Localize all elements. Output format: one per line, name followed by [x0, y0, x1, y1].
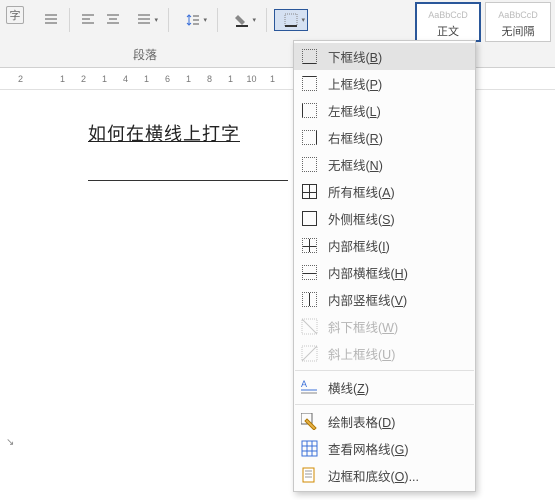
menu-item-left[interactable]: 左框线(L)	[294, 97, 475, 124]
menu-item-label: 绘制表格(D)	[328, 412, 467, 431]
menu-item-bottom[interactable]: 下框线(B)	[294, 43, 475, 70]
menu-item-label: 横线(Z)	[328, 378, 467, 397]
ruler-tick: 1	[220, 74, 241, 84]
menu-item-label: 斜上框线(U)	[328, 344, 467, 363]
ruler-tick: 10	[241, 74, 262, 84]
diag-up-icon	[300, 345, 318, 363]
menu-item-label: 下框线(B)	[328, 47, 467, 66]
paragraph-group-label: 段落	[0, 46, 290, 63]
menu-item-all[interactable]: 所有框线(A)	[294, 178, 475, 205]
diag-down-icon	[300, 318, 318, 336]
style-name: 正文	[416, 21, 480, 41]
menu-item-label: 查看网格线(G)	[328, 439, 467, 458]
ruler-tick: 6	[157, 74, 178, 84]
horizontal-line	[88, 180, 288, 181]
style-tile-nospacing[interactable]: AaBbCcD 无间隔	[485, 2, 551, 42]
menu-separator	[295, 370, 474, 371]
none-icon	[300, 156, 318, 174]
dialog-icon	[300, 467, 318, 485]
style-tile-body[interactable]: AaBbCcD 正文	[415, 2, 481, 42]
dialog-launcher-icon[interactable]: ↘	[6, 437, 14, 448]
menu-item-draw[interactable]: 绘制表格(D)	[294, 408, 475, 435]
menu-separator	[295, 404, 474, 405]
ruler-tick: 1	[94, 74, 115, 84]
menu-item-label: 所有框线(A)	[328, 182, 467, 201]
menu-item-label: 上框线(P)	[328, 74, 467, 93]
gridlines-icon	[300, 440, 318, 458]
right-icon	[300, 129, 318, 147]
menu-item-inner-v[interactable]: 内部竖框线(V)	[294, 286, 475, 313]
align-left-button[interactable]	[77, 9, 99, 31]
styles-gallery: AaBbCcD 正文 AaBbCcD 无间隔	[411, 0, 555, 44]
style-preview: AaBbCcD	[486, 3, 550, 21]
inside-icon	[300, 237, 318, 255]
ruler-tick: 8	[199, 74, 220, 84]
borders-dropdown: 下框线(B) 上框线(P) 左框线(L) 右框线(R) 无框线(N) 所有框线(A) 外侧框…	[293, 40, 476, 492]
line-spacing-button[interactable]	[176, 9, 210, 31]
shading-button[interactable]	[225, 9, 259, 31]
menu-item-label: 外侧框线(S)	[328, 209, 467, 228]
style-name: 无间隔	[486, 21, 550, 41]
menu-item-diag-down: 斜下框线(W)	[294, 313, 475, 340]
menu-item-label: 右框线(R)	[328, 128, 467, 147]
separator	[266, 8, 267, 32]
top-icon	[300, 75, 318, 93]
outside-icon	[300, 210, 318, 228]
menu-item-hline[interactable]: A 横线(Z)	[294, 374, 475, 401]
separator	[69, 8, 70, 32]
ruler-tick: 1	[262, 74, 283, 84]
menu-item-label: 边框和底纹(O)...	[328, 466, 467, 485]
ruler-tick: 4	[115, 74, 136, 84]
bottom-icon	[300, 48, 318, 66]
menu-item-right[interactable]: 右框线(R)	[294, 124, 475, 151]
left-icon	[300, 102, 318, 120]
ruler-tick: 2	[10, 74, 31, 84]
menu-item-label: 左框线(L)	[328, 101, 467, 120]
menu-item-label: 无框线(N)	[328, 155, 467, 174]
style-preview: AaBbCcD	[416, 3, 480, 21]
menu-item-gridlines[interactable]: 查看网格线(G)	[294, 435, 475, 462]
menu-item-outside[interactable]: 外侧框线(S)	[294, 205, 475, 232]
format-painter-icon[interactable]: 字	[6, 6, 24, 24]
align-center-button[interactable]	[102, 9, 124, 31]
menu-item-dialog[interactable]: 边框和底纹(O)...	[294, 462, 475, 489]
menu-item-label: 斜下框线(W)	[328, 317, 467, 336]
inner-v-icon	[300, 291, 318, 309]
menu-item-top[interactable]: 上框线(P)	[294, 70, 475, 97]
menu-item-inside[interactable]: 内部框线(I)	[294, 232, 475, 259]
menu-item-none[interactable]: 无框线(N)	[294, 151, 475, 178]
ruler-tick: 1	[136, 74, 157, 84]
svg-text:A: A	[301, 379, 307, 389]
align-distribute-button[interactable]	[40, 9, 62, 31]
menu-item-label: 内部竖框线(V)	[328, 290, 467, 309]
align-justify-button[interactable]	[127, 9, 161, 31]
ruler-tick: 1	[52, 74, 73, 84]
separator	[217, 8, 218, 32]
menu-item-label: 内部横框线(H)	[328, 263, 467, 282]
all-icon	[300, 183, 318, 201]
ruler-tick: 2	[73, 74, 94, 84]
menu-item-label: 内部框线(I)	[328, 236, 467, 255]
borders-button[interactable]	[274, 9, 308, 31]
menu-item-diag-up: 斜上框线(U)	[294, 340, 475, 367]
inner-h-icon	[300, 264, 318, 282]
ruler-tick: 1	[178, 74, 199, 84]
draw-icon	[300, 413, 318, 431]
separator	[168, 8, 169, 32]
hline-icon: A	[300, 379, 318, 397]
menu-item-inner-h[interactable]: 内部横框线(H)	[294, 259, 475, 286]
